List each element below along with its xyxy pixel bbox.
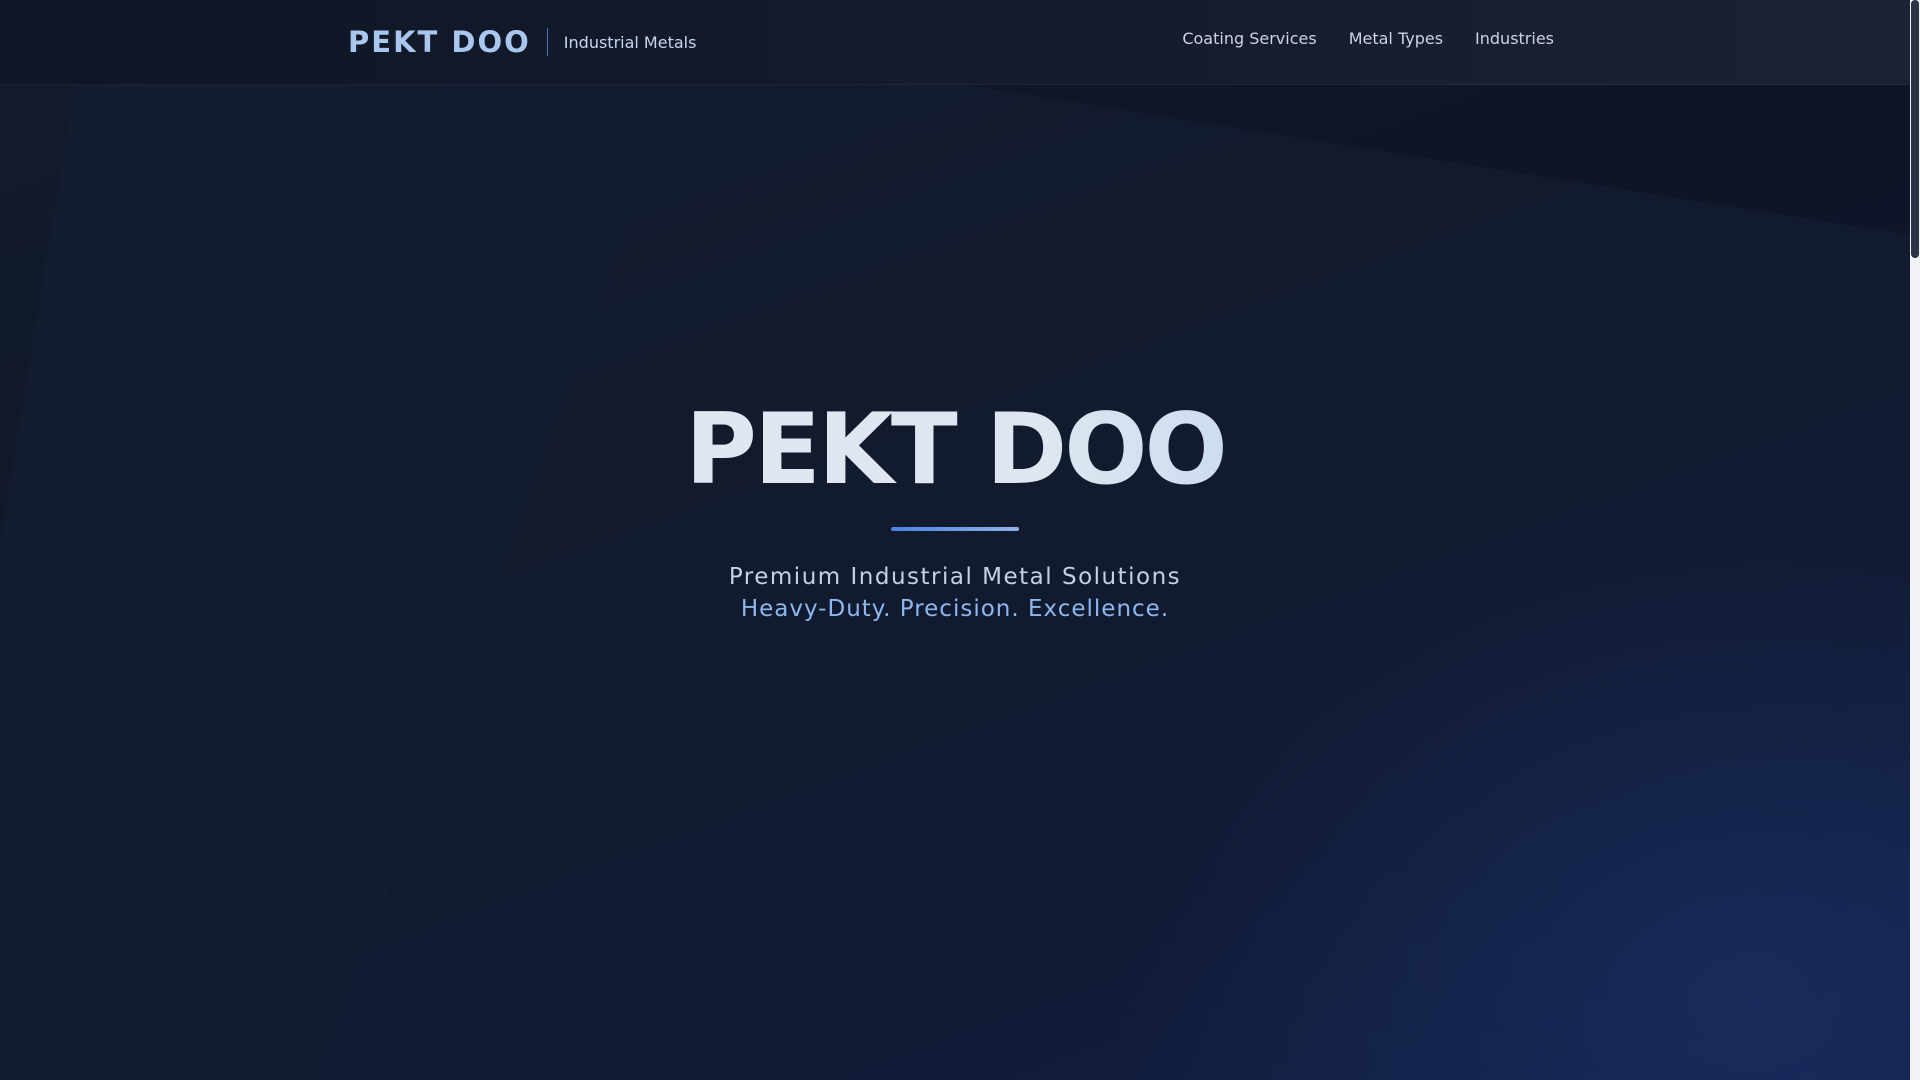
hero-title: PEKT DOO xyxy=(0,385,1910,515)
scrollbar-thumb[interactable] xyxy=(1911,0,1919,258)
top-navbar: PEKT DOO Industrial Metals Coating Servi… xyxy=(0,0,1910,85)
brand-subtitle: Industrial Metals xyxy=(563,32,697,52)
hero-divider xyxy=(891,527,1019,531)
brand-divider xyxy=(546,28,548,56)
brand-logo[interactable]: PEKT DOO xyxy=(348,25,531,59)
hero-section: PEKT DOO Premium Industrial Metal Soluti… xyxy=(0,385,1910,625)
hero-motto: Heavy-Duty. Precision. Excellence. xyxy=(740,596,1170,622)
nav-link-coating-services[interactable]: Coating Services xyxy=(1182,29,1316,48)
nav-link-industries[interactable]: Industries xyxy=(1475,29,1554,48)
main-nav: Coating Services Metal Types Industries xyxy=(1182,29,1554,48)
nav-link-metal-types[interactable]: Metal Types xyxy=(1349,29,1443,48)
brand[interactable]: PEKT DOO Industrial Metals xyxy=(348,20,696,64)
page-scrollbar[interactable] xyxy=(1910,0,1920,1080)
hero-tagline: Premium Industrial Metal Solutions xyxy=(728,564,1182,590)
page: PEKT DOO Industrial Metals Coating Servi… xyxy=(0,0,1920,1080)
